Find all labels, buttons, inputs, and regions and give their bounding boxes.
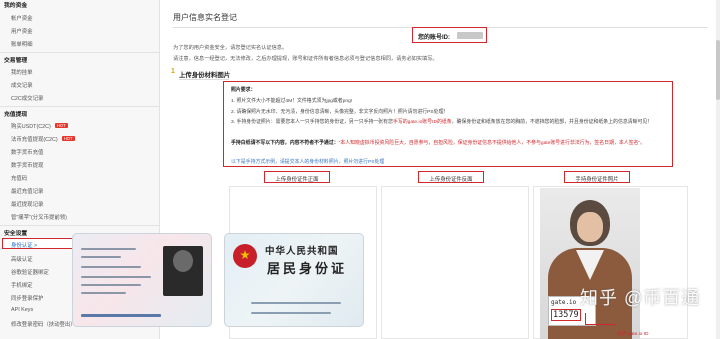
- sidebar-item-recent-deposits[interactable]: 最近充值记录: [11, 187, 43, 195]
- sidebar-item-buy-usdt-label: 购买USDT(C2C): [11, 124, 51, 130]
- sidebar-divider: [0, 52, 160, 53]
- sidebar-item-phone-bind[interactable]: 手机绑定: [11, 281, 33, 289]
- section-number: 1: [171, 68, 175, 75]
- sidebar-item-trade-history[interactable]: 成交记录: [11, 81, 33, 89]
- sidebar-item-deposit-code[interactable]: 充值码: [11, 174, 27, 182]
- page-title: 用户信息实名登记: [173, 13, 237, 22]
- sidebar-item-account-funds[interactable]: 帐户资金: [11, 14, 33, 22]
- sidebar-item-c2c-history[interactable]: C2C成交记录: [11, 94, 43, 102]
- intro-text-1: 为了您的用户资金安全，请您登记实名认证信息。: [173, 45, 288, 51]
- sidebar-item-id-verification-label: 身份认证 >: [11, 242, 38, 249]
- sidebar-section-funds: 我的资金: [4, 3, 28, 9]
- sidebar-item-sell-usdt-label: 法币充值提现(C2C): [11, 137, 58, 143]
- sidebar-divider: [0, 106, 160, 107]
- zhihu-watermark: 知乎 @币百通: [580, 288, 701, 308]
- note-id: 13579: [551, 309, 581, 321]
- callout-note: 您的 gate.io ID: [617, 332, 649, 337]
- upload-hold-button[interactable]: 手持身份证件照片: [564, 171, 630, 183]
- upload-back-button[interactable]: 上传身份证件反面: [418, 171, 484, 183]
- hot-badge: HOT: [54, 123, 68, 128]
- sidebar-item-sell-usdt[interactable]: 法币充值提现(C2C) HOT: [11, 135, 75, 143]
- sidebar-section-security: 安全设置: [4, 231, 28, 237]
- section-title: 上传身份材料图片: [179, 72, 231, 79]
- upload-hold-label: 手持身份证件照片: [575, 176, 619, 183]
- intro-text-2: 请注意，信息一经登记，无法修改，之后办理提现，账号和证件所有者信息必须与登记信息…: [173, 56, 438, 62]
- sidebar-item-api-keys[interactable]: API Keys: [11, 307, 33, 313]
- sidebar-item-fork-coin[interactable]: 管"痛苹"(分叉币提前领): [11, 213, 67, 221]
- id-number-line: [81, 314, 161, 317]
- sidebar-item-my-orders[interactable]: 我的挂单: [11, 68, 33, 76]
- photo-requirements-box: 照片要求： 1. 照片文件大小不能超过4M！文件格式须为jpg或者png! 2.…: [223, 81, 673, 167]
- account-id-label: 您的账号ID:: [418, 35, 450, 41]
- req-title: 照片要求：: [231, 88, 256, 93]
- sidebar-item-account-details[interactable]: 账单明细: [11, 40, 33, 48]
- sidebar-item-user-funds[interactable]: 用户资金: [11, 27, 33, 35]
- sidebar-item-crypto-withdraw[interactable]: 数字货币提现: [11, 161, 43, 169]
- note-site: gate.io: [551, 299, 577, 306]
- id-photo-head: [173, 250, 193, 272]
- req-line-1: 1. 照片文件大小不能超过4M！文件格式须为jpg或者png!: [231, 99, 353, 104]
- req-line-2: 2. 请确保照片无水印、无污渍，身份信息清晰，头像完整，非文字反向照片！照片请勿…: [231, 110, 449, 115]
- req-line-3: 3. 手持身份证照片：需要您本人一只手持您的身份证，另一只手持一张有您手写的ga…: [231, 120, 653, 125]
- warning-text: 手持白纸请不写以下内容，内容不符者不予通过："本人知晓虚拟币投资风险巨大，自愿参…: [231, 141, 646, 146]
- back-upload-area[interactable]: [381, 186, 529, 339]
- sidebar-divider: [0, 225, 160, 226]
- sidebar-item-sync-login[interactable]: 同步登录保护: [11, 294, 43, 302]
- id-card-back-sample: 中华人民共和国 居民身份证: [224, 233, 364, 327]
- sidebar-item-advanced-verification[interactable]: 高级认证: [11, 255, 33, 263]
- page-scrollbar[interactable]: [716, 0, 720, 339]
- scrollbar-thumb[interactable]: [716, 40, 720, 100]
- hot-badge: HOT: [61, 136, 75, 141]
- selfie-face: [577, 212, 603, 242]
- sidebar-item-google-auth[interactable]: 谷歌验证器绑定: [11, 268, 49, 276]
- id-card-front-sample: [72, 233, 212, 327]
- sidebar-item-buy-usdt[interactable]: 购买USDT(C2C) HOT: [11, 122, 68, 130]
- sidebar-item-change-password[interactable]: 修改登录密码（扶动登出）: [11, 320, 76, 328]
- id-back-title-1: 中华人民共和国: [265, 246, 339, 257]
- id-back-title-2: 居民身份证: [267, 262, 348, 277]
- sidebar-item-recent-withdraws[interactable]: 最近提现记录: [11, 200, 43, 208]
- account-id-box: 您的账号ID:: [412, 27, 487, 43]
- example-note: 以下是手持方式示例，请提交本人的身份材料照片，照片勿进行PS处理: [231, 160, 385, 165]
- account-id-value-redacted: [457, 32, 483, 39]
- section-underline: [179, 79, 229, 80]
- upload-front-button[interactable]: 上传身份证件正面: [264, 171, 330, 183]
- sidebar-item-crypto-deposit[interactable]: 数字货币充值: [11, 148, 43, 156]
- upload-back-label: 上传身份证件反面: [429, 176, 473, 183]
- callout-arrow: [585, 313, 615, 325]
- upload-front-label: 上传身份证件正面: [275, 176, 319, 183]
- sidebar-section-deposit: 充值提现: [4, 112, 28, 118]
- national-emblem-icon: [233, 244, 257, 268]
- sidebar-section-trade: 交易管理: [4, 58, 28, 64]
